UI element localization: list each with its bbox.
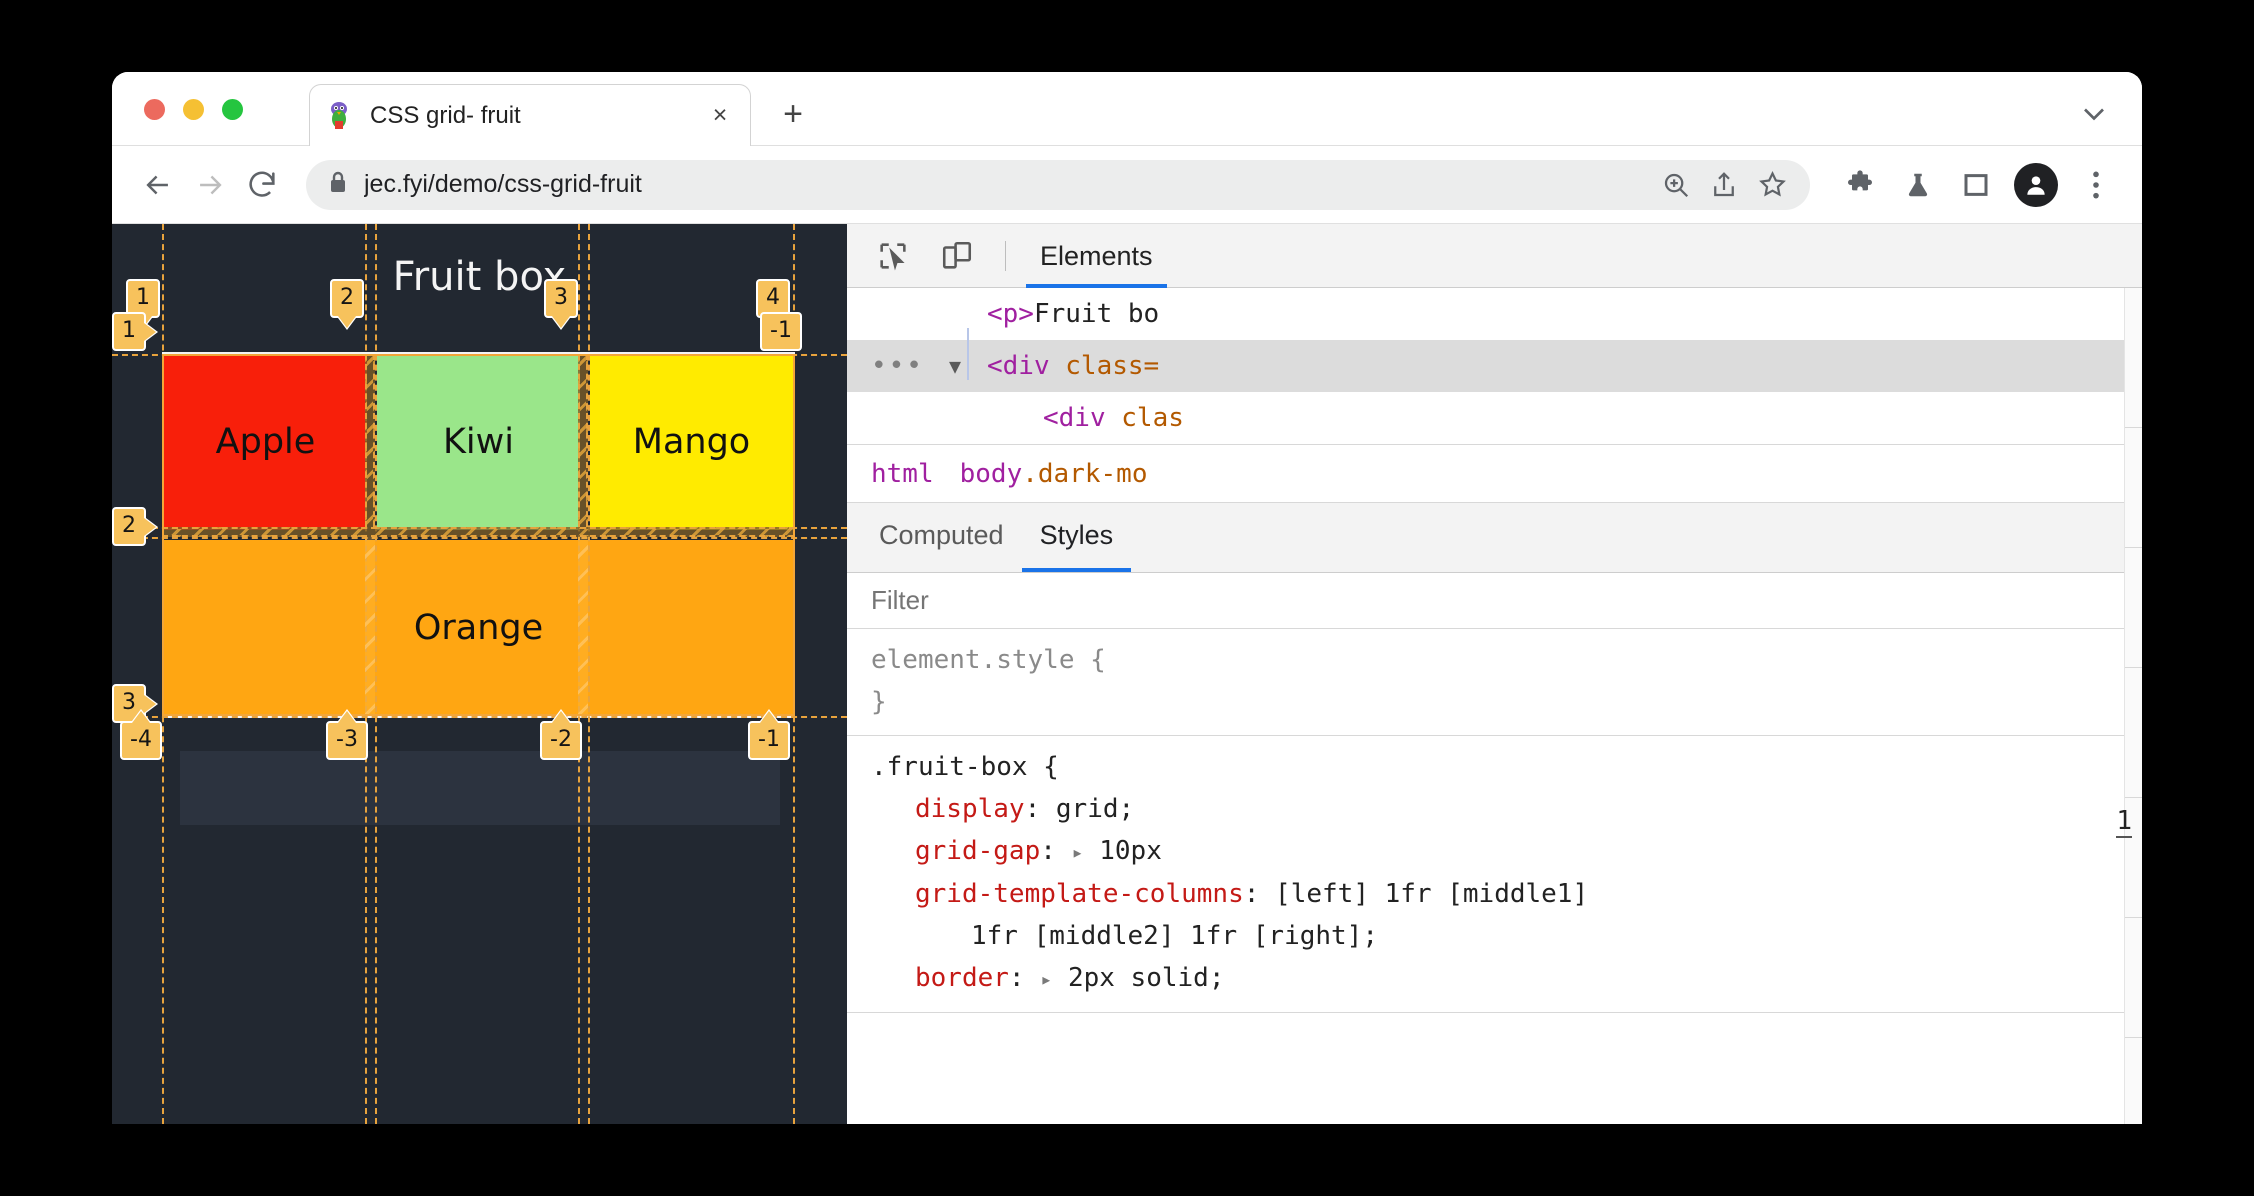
close-icon[interactable]: × <box>706 102 734 130</box>
device-toolbar-icon[interactable] <box>929 231 985 281</box>
new-tab-button[interactable]: + <box>772 94 814 136</box>
css-declaration-grid-template-columns[interactable]: grid-template-columns: [left] 1fr [middl… <box>871 873 2142 915</box>
css-property: grid-template-columns <box>915 879 1244 909</box>
grid-cell-kiwi: Kiwi <box>377 354 580 530</box>
dom-tag: <div <box>987 351 1066 381</box>
profile-avatar-icon[interactable] <box>2014 162 2058 207</box>
devtools-panel: Elements <p>Fruit bo ••• ▼ <div class= <… <box>847 224 2142 1124</box>
parrot-favicon-icon <box>326 101 352 131</box>
grid-cell-orange: Orange <box>164 540 793 716</box>
page-title: Fruit box <box>392 254 567 300</box>
browser-toolbar: jec.fyi/demo/css-grid-fruit <box>112 146 2142 224</box>
css-value[interactable]: 10px <box>1099 836 1162 866</box>
dom-more-icon[interactable]: ••• <box>871 340 924 392</box>
css-rule-close: } <box>871 687 887 717</box>
dom-attr: clas <box>1121 403 1184 433</box>
dom-tag: <p> <box>987 299 1034 329</box>
back-icon[interactable] <box>132 159 184 211</box>
side-panel-icon[interactable] <box>1950 159 2002 211</box>
chevron-down-icon[interactable] <box>2076 96 2112 132</box>
devtools-right-strip <box>2124 288 2142 1124</box>
tab-computed[interactable]: Computed <box>861 504 1022 572</box>
css-value[interactable]: grid; <box>1056 794 1134 824</box>
zoom-in-icon[interactable] <box>1652 161 1700 209</box>
window-traffic-lights <box>144 99 243 120</box>
toolbar-actions <box>1834 159 2122 211</box>
reload-icon[interactable] <box>236 159 288 211</box>
grid-line-badge: 2 <box>112 507 146 546</box>
tab-styles[interactable]: Styles <box>1021 504 1132 572</box>
maximize-window-button[interactable] <box>222 99 243 120</box>
tab-title: CSS grid- fruit <box>370 101 521 129</box>
css-declaration-display[interactable]: display: grid; <box>871 788 2142 830</box>
dom-text: Fruit bo <box>1033 299 1160 329</box>
chrome-menu-icon[interactable] <box>2070 159 2122 211</box>
css-value-continuation: 1fr [middle2] 1fr [right]; <box>971 921 1378 951</box>
lock-icon <box>326 169 350 200</box>
url-text: jec.fyi/demo/css-grid-fruit <box>364 170 642 198</box>
css-declaration-grid-gap[interactable]: grid-gap: ▸ 10px <box>871 830 2142 873</box>
css-declaration-border[interactable]: border: ▸ 2px solid; <box>871 957 2142 1000</box>
tab-strip: CSS grid- fruit × + <box>112 72 2142 146</box>
grid-line-badge: 1 <box>112 312 146 351</box>
css-property: grid-gap <box>915 836 1041 866</box>
dom-indent-guide <box>967 328 969 380</box>
breadcrumb-item-html[interactable]: html <box>871 459 934 489</box>
dom-node-p[interactable]: <p>Fruit bo <box>847 288 2142 340</box>
dom-tree: <p>Fruit bo ••• ▼ <div class= <div clas <box>847 288 2142 445</box>
toolbar-divider <box>1005 240 1006 271</box>
tab-elements[interactable]: Elements <box>1026 224 1167 288</box>
browser-tab[interactable]: CSS grid- fruit × <box>309 84 751 146</box>
close-window-button[interactable] <box>144 99 165 120</box>
css-value[interactable]: [left] 1fr [middle1] <box>1275 879 1588 909</box>
css-selector: element.style { <box>871 645 1106 675</box>
css-property: display <box>915 794 1025 824</box>
inspect-element-icon[interactable] <box>865 231 921 281</box>
browser-window: CSS grid- fruit × + jec.fyi/demo/css-gri… <box>112 72 2142 1124</box>
dom-node-div-selected[interactable]: ••• ▼ <div class= <box>847 340 2142 392</box>
grid-line-badge: -4 <box>120 721 162 760</box>
css-selector: .fruit-box { <box>871 752 1059 782</box>
experiments-flask-icon[interactable] <box>1892 159 1944 211</box>
grid-cell-mango: Mango <box>590 354 793 530</box>
content-region: Fruit box Apple Kiwi Mango Orange 1 2 3 … <box>112 224 2142 1124</box>
screen-bottom-bar <box>0 1124 2254 1196</box>
devtools-toolbar: Elements <box>847 224 2142 288</box>
fruit-box-grid: Apple Kiwi Mango Orange <box>162 352 795 718</box>
expand-triangle-icon[interactable]: ▸ <box>1072 840 1084 864</box>
expand-triangle-icon[interactable]: ▸ <box>1040 967 1052 991</box>
styles-filter[interactable] <box>847 573 2142 629</box>
breadcrumb: html body.dark-mo <box>847 445 2142 503</box>
css-rule-element-style[interactable]: element.style { } <box>847 629 2142 736</box>
grid-line-badge: 3 <box>112 684 146 723</box>
dom-tag: <div <box>1043 403 1122 433</box>
grid-cell-apple: Apple <box>164 354 367 530</box>
address-bar[interactable]: jec.fyi/demo/css-grid-fruit <box>306 159 1810 210</box>
styles-pane-tabs: Computed Styles <box>847 503 2142 573</box>
chevron-down-icon[interactable]: ▼ <box>949 340 961 392</box>
share-icon[interactable] <box>1700 161 1748 209</box>
breadcrumb-item-body[interactable]: body.dark-mo <box>960 459 1148 489</box>
dom-node-div-child[interactable]: <div clas <box>847 392 2142 444</box>
css-value[interactable]: 2px solid; <box>1068 963 1225 993</box>
grid-line-badge: -1 <box>760 312 802 351</box>
css-property: border <box>915 963 1009 993</box>
filter-input[interactable] <box>871 585 2142 616</box>
bookmark-star-icon[interactable] <box>1748 161 1796 209</box>
devtools-strip-number: 1 <box>2116 806 2132 838</box>
css-rule-fruit-box[interactable]: .fruit-box { display: grid; grid-gap: ▸ … <box>847 736 2142 1013</box>
css-rules-list: element.style { } .fruit-box { display: … <box>847 629 2142 1013</box>
page-footer-block <box>180 751 780 825</box>
minimize-window-button[interactable] <box>183 99 204 120</box>
extensions-puzzle-icon[interactable] <box>1834 159 1886 211</box>
dom-attr: class= <box>1065 351 1160 381</box>
page-viewport: Fruit box Apple Kiwi Mango Orange 1 2 3 … <box>112 224 847 1124</box>
forward-icon[interactable] <box>184 159 236 211</box>
